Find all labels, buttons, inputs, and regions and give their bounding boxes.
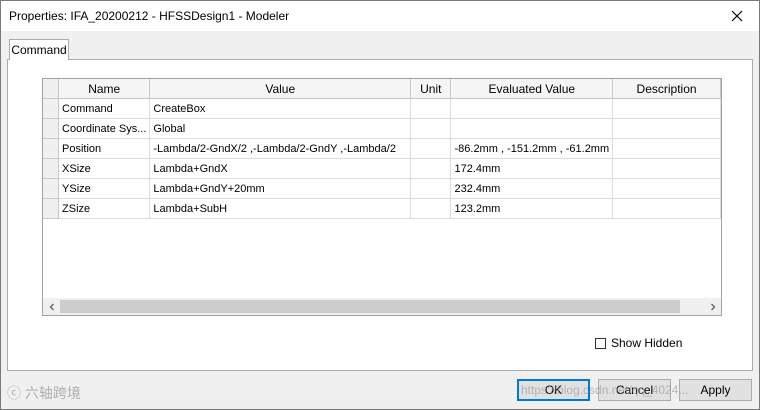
scrollbar-thumb[interactable] bbox=[60, 300, 680, 313]
row-header[interactable] bbox=[43, 138, 60, 159]
tab-panel: Name Value Unit Evaluated Value Descript… bbox=[7, 59, 753, 371]
cell-unit[interactable] bbox=[410, 158, 452, 179]
horizontal-scrollbar[interactable] bbox=[43, 298, 721, 315]
cell-evaluated-value bbox=[450, 118, 614, 139]
cell-name: ZSize bbox=[58, 198, 151, 219]
cell-evaluated-value: 123.2mm bbox=[450, 198, 614, 219]
window-title: Properties: IFA_20200212 - HFSSDesign1 -… bbox=[9, 9, 290, 23]
cell-description[interactable] bbox=[612, 178, 721, 199]
show-hidden-option[interactable]: Show Hidden bbox=[595, 336, 682, 350]
cell-value[interactable]: Lambda+GndX bbox=[149, 158, 412, 179]
chevron-right-icon bbox=[710, 303, 715, 310]
row-header[interactable] bbox=[43, 98, 60, 119]
cell-unit[interactable] bbox=[410, 138, 452, 159]
cell-description[interactable] bbox=[612, 138, 721, 159]
cell-name: Command bbox=[58, 98, 151, 119]
table-row[interactable]: Coordinate Sys... Global bbox=[43, 118, 721, 139]
row-header[interactable] bbox=[43, 178, 60, 199]
column-header-description[interactable]: Description bbox=[612, 79, 721, 99]
cell-evaluated-value: -86.2mm , -151.2mm , -61.2mm bbox=[450, 138, 614, 159]
watermark-logo-icon: ⓒ bbox=[7, 385, 25, 401]
cell-unit[interactable] bbox=[410, 178, 452, 199]
row-header[interactable] bbox=[43, 158, 60, 179]
scroll-left-button[interactable] bbox=[43, 298, 60, 315]
table-row[interactable]: Command CreateBox bbox=[43, 98, 721, 119]
row-header[interactable] bbox=[43, 198, 60, 219]
row-header[interactable] bbox=[43, 118, 60, 139]
chevron-left-icon bbox=[49, 303, 54, 310]
scroll-right-button[interactable] bbox=[704, 298, 721, 315]
cell-unit[interactable] bbox=[410, 98, 452, 119]
table-row[interactable]: XSize Lambda+GndX 172.4mm bbox=[43, 158, 721, 179]
apply-button[interactable]: Apply bbox=[679, 379, 752, 401]
cell-value[interactable]: Global bbox=[149, 118, 412, 139]
column-header-unit[interactable]: Unit bbox=[410, 79, 452, 99]
table-row[interactable]: YSize Lambda+GndY+20mm 232.4mm bbox=[43, 178, 721, 199]
cell-unit[interactable] bbox=[410, 198, 452, 219]
tab-command-label: Command bbox=[11, 43, 67, 57]
cell-evaluated-value bbox=[450, 98, 614, 119]
show-hidden-label: Show Hidden bbox=[611, 336, 683, 350]
watermark-url: https://blog.csdn.net/qq_4024... bbox=[521, 383, 689, 397]
tab-command[interactable]: Command bbox=[9, 39, 69, 60]
properties-table: Name Value Unit Evaluated Value Descript… bbox=[43, 79, 721, 219]
cell-evaluated-value: 232.4mm bbox=[450, 178, 614, 199]
column-header-value[interactable]: Value bbox=[149, 79, 412, 99]
table-row[interactable]: Position -Lambda/2-GndX/2 ,-Lambda/2-Gnd… bbox=[43, 138, 721, 159]
column-header-name[interactable]: Name bbox=[58, 79, 151, 99]
close-icon bbox=[731, 10, 743, 22]
cell-evaluated-value: 172.4mm bbox=[450, 158, 614, 179]
properties-grid: Name Value Unit Evaluated Value Descript… bbox=[42, 78, 722, 316]
close-button[interactable] bbox=[715, 1, 759, 31]
cell-description[interactable] bbox=[612, 118, 721, 139]
column-header-evaluated-value[interactable]: Evaluated Value bbox=[450, 79, 614, 99]
show-hidden-checkbox[interactable] bbox=[595, 337, 606, 349]
corner-header bbox=[43, 79, 60, 99]
table-row[interactable]: ZSize Lambda+SubH 123.2mm bbox=[43, 198, 721, 219]
watermark-logo-text: 六轴跨境 bbox=[24, 385, 81, 401]
cell-description[interactable] bbox=[612, 158, 721, 179]
watermark-logo: ⓒ 六轴跨境 bbox=[7, 383, 81, 403]
title-bar[interactable]: Properties: IFA_20200212 - HFSSDesign1 -… bbox=[1, 1, 759, 31]
cell-value[interactable]: Lambda+GndY+20mm bbox=[149, 178, 412, 199]
properties-dialog: Properties: IFA_20200212 - HFSSDesign1 -… bbox=[0, 0, 760, 410]
cell-value[interactable]: CreateBox bbox=[149, 98, 412, 119]
cell-value[interactable]: -Lambda/2-GndX/2 ,-Lambda/2-GndY ,-Lambd… bbox=[149, 138, 412, 159]
cell-name: Coordinate Sys... bbox=[58, 118, 151, 139]
cell-unit[interactable] bbox=[410, 118, 452, 139]
cell-name: XSize bbox=[58, 158, 151, 179]
cell-name: YSize bbox=[58, 178, 151, 199]
cell-value[interactable]: Lambda+SubH bbox=[149, 198, 412, 219]
cell-description[interactable] bbox=[612, 98, 721, 119]
table-header-row: Name Value Unit Evaluated Value Descript… bbox=[43, 79, 721, 99]
cell-name: Position bbox=[58, 138, 151, 159]
cell-description[interactable] bbox=[612, 198, 721, 219]
